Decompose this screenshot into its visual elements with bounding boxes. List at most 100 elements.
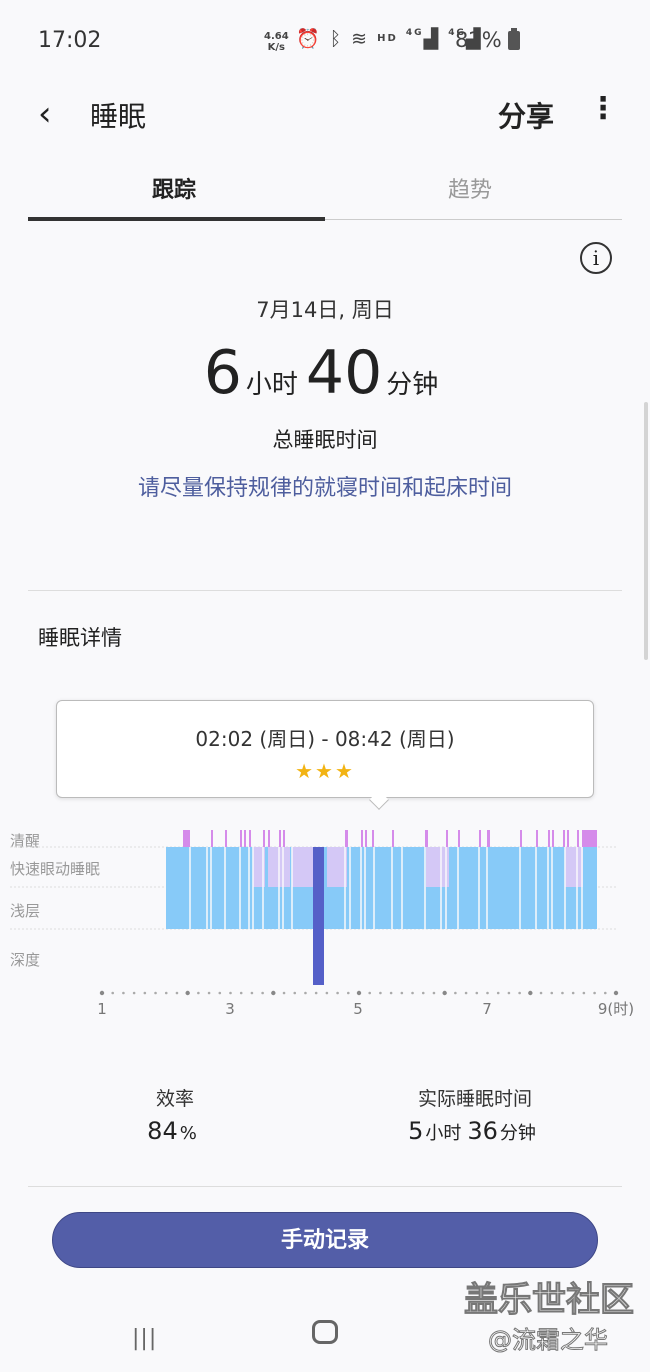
hours-unit: 小时 [245, 370, 298, 400]
share-button[interactable]: 分享 [498, 95, 554, 135]
chevron-left-icon[interactable]: ‹ [38, 94, 52, 134]
axis-dot-34 [464, 991, 468, 995]
recent-apps-icon[interactable]: ||| [132, 1326, 157, 1351]
awake-mark-20 [520, 830, 522, 847]
awake-mark-14 [392, 830, 394, 847]
axis-dot-30 [421, 991, 425, 995]
tab-tracking[interactable]: 跟踪 [152, 172, 196, 204]
axis-dot-15 [261, 991, 264, 995]
awake-mark-18 [479, 830, 481, 847]
actual-sleep-stat: 实际睡眠时间 5 小时 36 分钟 [370, 1084, 580, 1145]
axis-dot-23 [346, 991, 350, 995]
axis-dot-1 [111, 991, 115, 995]
axis-dot-33 [454, 991, 457, 995]
scrollbar[interactable] [644, 402, 648, 660]
app-bar: ‹ 睡眠 分享 ⋮ [0, 84, 650, 144]
manual-record-button[interactable]: 手动记录 [52, 1212, 598, 1268]
axis-dot-24 [356, 990, 362, 996]
wifi-icon: ≋ [351, 28, 370, 50]
axis-dot-35 [475, 991, 479, 995]
axis-dot-14 [250, 991, 254, 995]
awake-mark-11 [361, 830, 363, 847]
sleep-range-tooltip: 02:02 (周日) - 08:42 (周日) ★★★ [56, 700, 594, 798]
awake-mark-17 [458, 830, 460, 847]
status-bar: 17:02 4.64 K/s ⏰ ᛒ ≋ HD 4G▟ 4G▟ 82% [0, 0, 650, 84]
axis-dot-4 [143, 991, 147, 995]
axis-dot-2 [122, 991, 125, 995]
home-icon[interactable] [312, 1320, 338, 1344]
axis-dot-37 [496, 991, 500, 995]
awake-mark-6 [263, 830, 265, 847]
axis-dot-38 [507, 991, 511, 995]
total-sleep-time: 6 小时 40 分钟 [0, 338, 650, 408]
axis-dot-29 [411, 991, 414, 995]
alarm-icon: ⏰ [296, 28, 322, 50]
awake-mark-13 [372, 830, 374, 847]
awake-mark-1 [211, 830, 213, 847]
axis-dot-7 [175, 991, 179, 995]
awake-mark-25 [567, 830, 569, 847]
axis-dot-11 [218, 991, 222, 995]
axis-dot-16 [271, 990, 276, 996]
axis-label-1: 1 [97, 1000, 107, 1018]
axis-dot-5 [154, 991, 157, 995]
axis-dot-42 [550, 991, 554, 995]
axis-dots [99, 990, 619, 996]
tab-indicator [28, 217, 325, 221]
info-icon[interactable]: i [580, 242, 612, 274]
axis-dot-39 [518, 991, 521, 995]
watermark-author: @流霜之华 [488, 1326, 609, 1355]
minutes-unit: 分钟 [386, 370, 439, 400]
sleep-advice: 请尽量保持规律的就寝时间和起床时间 [137, 476, 512, 501]
network-speed: 4.64 K/s [264, 31, 289, 53]
sleep-stage-chart[interactable]: 清醒 快速眼动睡眠 浅层 深度 1 3 5 7 9(时) [0, 820, 650, 1030]
tab-trends[interactable]: 趋势 [448, 172, 492, 204]
awake-mark-8 [279, 830, 281, 847]
bluetooth-icon: ᛒ [329, 28, 344, 50]
awake-mark-27 [582, 830, 597, 847]
watermark-community: 盖乐世社区 [464, 1280, 635, 1321]
awake-mark-22 [548, 830, 550, 847]
stage-chart-svg: 1 3 5 7 9(时) [10, 830, 634, 1018]
axis-dot-28 [400, 991, 404, 995]
axis-dot-46 [593, 991, 596, 995]
battery-percent: 82% [455, 28, 502, 52]
status-time: 17:02 [38, 28, 102, 53]
awake-mark-9 [283, 830, 285, 847]
axis-dot-20 [314, 991, 318, 995]
awake-mark-10 [345, 830, 348, 847]
divider-bottom [28, 1186, 622, 1187]
light-sleep-band [166, 847, 597, 929]
axis-dot-8 [185, 990, 190, 996]
awake-mark-16 [446, 830, 448, 847]
awake-mark-26 [577, 830, 579, 847]
total-hours: 6 [203, 338, 242, 408]
awake-mark-0 [183, 830, 190, 847]
axis-label-5: 5 [353, 1000, 363, 1018]
rem-block-3 [292, 847, 313, 887]
total-minutes: 40 [305, 338, 383, 408]
axis-dot-26 [379, 991, 382, 995]
signal-bars-icon: ▟ [423, 28, 441, 50]
sleep-range: 02:02 (周日) - 08:42 (周日) [195, 727, 455, 751]
tab-bar: 跟踪 趋势 [28, 168, 622, 221]
divider [28, 590, 622, 591]
efficiency-stat: 效率 84% [110, 1084, 240, 1145]
axis-label-3: 3 [225, 1000, 235, 1018]
axis-label-9: 9(时) [598, 1000, 634, 1018]
axis-dot-47 [603, 991, 607, 995]
awake-mark-4 [244, 830, 246, 847]
axis-dot-9 [197, 991, 200, 995]
axis-label-7: 7 [482, 1000, 492, 1018]
awake-mark-2 [225, 830, 227, 847]
axis-dot-48 [613, 990, 619, 996]
actual-sleep-value: 5 小时 36 分钟 [408, 1117, 536, 1145]
axis-dot-18 [293, 991, 297, 995]
axis-dot-21 [325, 991, 329, 995]
awake-mark-12 [365, 830, 367, 847]
axis-dot-43 [561, 991, 564, 995]
axis-dot-12 [229, 991, 232, 995]
actual-sleep-label: 实际睡眠时间 [417, 1088, 532, 1110]
axis-dot-36 [486, 991, 489, 995]
more-vertical-icon[interactable]: ⋮ [588, 94, 618, 124]
